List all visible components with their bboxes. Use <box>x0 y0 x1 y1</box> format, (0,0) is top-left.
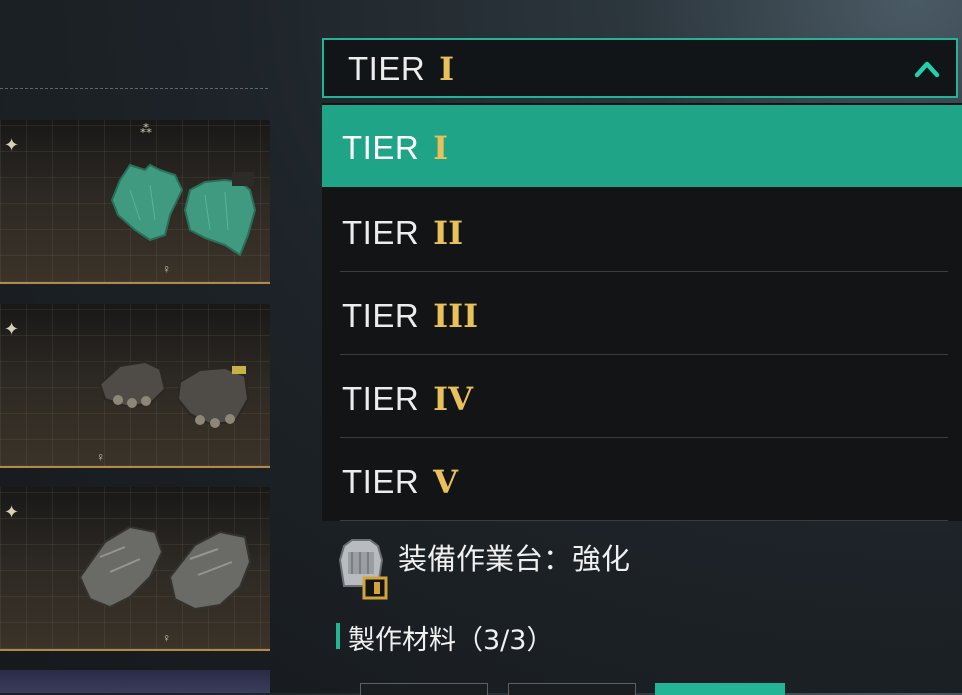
section-accent-bar <box>336 623 340 649</box>
option-divider <box>340 520 948 521</box>
tier-option-numeral: III <box>433 297 479 335</box>
option-divider <box>340 271 948 272</box>
tier-option-numeral: V <box>433 463 458 501</box>
tier-select[interactable]: TIER I <box>322 38 958 98</box>
tier-option-numeral: I <box>433 129 449 167</box>
tier-option-4[interactable]: TIER IV <box>322 356 962 438</box>
tier-option-word: TIER <box>342 129 420 166</box>
option-divider <box>340 354 948 355</box>
material-slot[interactable] <box>360 683 488 695</box>
material-slot-active[interactable] <box>655 683 785 695</box>
equipment-bench-icon <box>338 539 388 600</box>
item-card-teal-gloves[interactable]: ✦ ♀ ⁂ <box>0 120 270 284</box>
tier-option-5[interactable]: TIER V <box>322 439 962 521</box>
bench-label: 装備作業台：強化 <box>398 542 631 576</box>
tier-option-word: TIER <box>342 463 420 500</box>
tier-select-numeral: I <box>439 50 455 88</box>
gloves-image <box>110 163 257 257</box>
list-divider <box>0 88 268 89</box>
item-card-tactical-gloves[interactable]: ✦ ♀ <box>0 487 270 651</box>
tier-option-word: TIER <box>342 214 420 251</box>
tier-dropdown-list: TIER I TIER II TIER III TIER IV TIER V <box>322 103 962 521</box>
tier-option-word: TIER <box>342 297 420 334</box>
option-divider <box>340 437 948 438</box>
tier-option-numeral: IV <box>433 380 473 418</box>
gloves-image <box>78 525 252 611</box>
tier-option-1[interactable]: TIER I <box>322 105 962 187</box>
chevron-up-icon[interactable] <box>912 54 942 84</box>
tier-option-numeral: II <box>433 214 464 252</box>
item-card-partial[interactable] <box>0 670 270 693</box>
tier-option-3[interactable]: TIER III <box>322 273 962 355</box>
gloves-image <box>98 360 250 428</box>
item-card-fingerless-gloves[interactable]: ✦ ♀ <box>0 304 270 468</box>
materials-heading: 製作材料（3/3） <box>348 625 554 656</box>
material-slot[interactable] <box>508 683 636 695</box>
tier-option-word: TIER <box>342 380 420 417</box>
tier-option-2[interactable]: TIER II <box>322 190 962 272</box>
tier-select-word: TIER <box>348 50 426 87</box>
